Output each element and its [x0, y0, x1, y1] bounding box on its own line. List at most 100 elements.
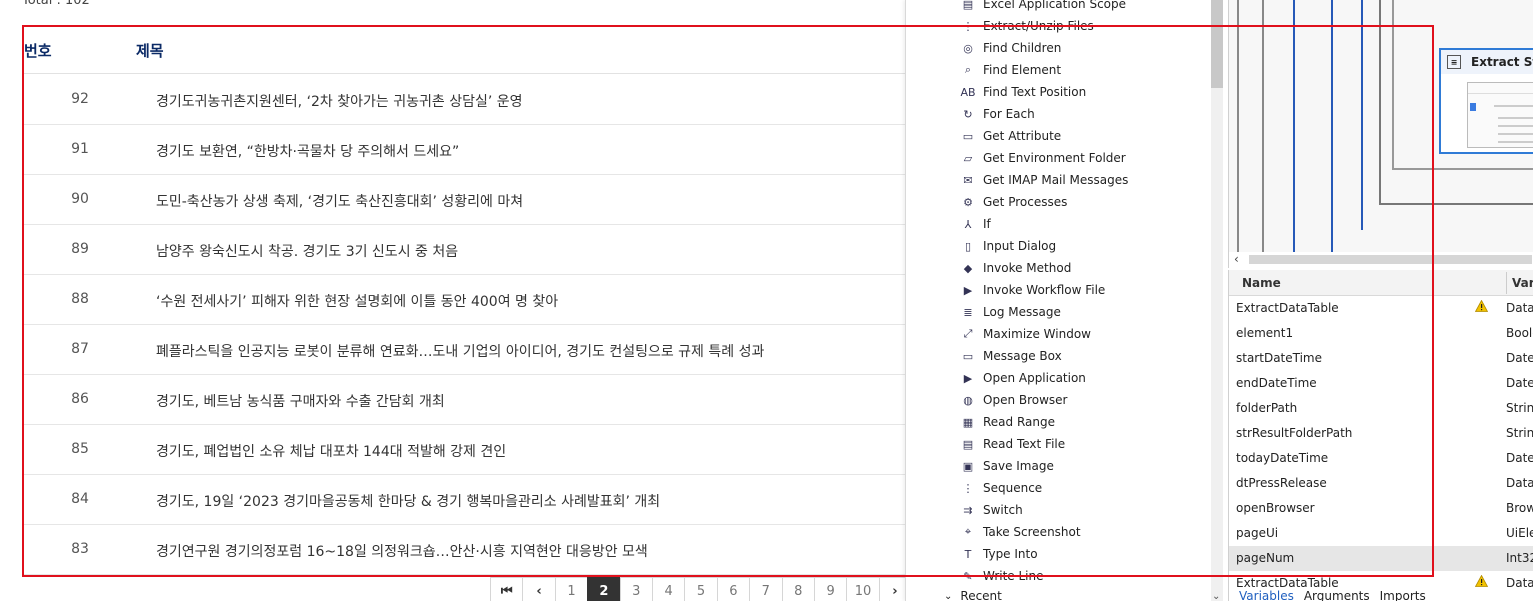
activity-item[interactable]: T Type Into	[959, 543, 1128, 565]
first-page-button[interactable]: ⏮	[490, 577, 523, 601]
activity-item[interactable]: ⌕ Find Element	[959, 59, 1128, 81]
recent-section[interactable]: ⌄ Recent	[944, 589, 1002, 601]
activity-item[interactable]: ⚙ Get Processes	[959, 191, 1128, 213]
variables-rows: ExtractDataTable DataT element1 Boole startD…	[1229, 296, 1533, 596]
activity-label: Get Environment Folder	[983, 151, 1126, 165]
activities-scrollbar-thumb[interactable]	[1211, 0, 1223, 88]
activity-item[interactable]: ◍ Open Browser	[959, 389, 1128, 411]
activity-item[interactable]: ✉ Get IMAP Mail Messages	[959, 169, 1128, 191]
activity-item[interactable]: ⅄ If	[959, 213, 1128, 235]
variable-row[interactable]: dtPressRelease DataT	[1229, 471, 1533, 496]
row-title-link[interactable]: 경기도, 베트남 농식품 구매자와 수출 간담회 개최	[156, 391, 445, 411]
activity-item[interactable]: ▶ Open Application	[959, 367, 1128, 389]
name-column-header[interactable]: Name	[1242, 276, 1281, 290]
variable-row[interactable]: strResultFolderPath String	[1229, 421, 1533, 446]
page-7[interactable]: 7	[749, 577, 782, 601]
activity-label: Take Screenshot	[983, 525, 1081, 539]
activity-item[interactable]: ◎ Find Children	[959, 37, 1128, 59]
activity-item[interactable]: ⋮ Sequence	[959, 477, 1128, 499]
designer-horizontal-scrollbar[interactable]: ‹	[1229, 252, 1533, 268]
variable-row[interactable]: ExtractDataTable DataT	[1229, 296, 1533, 321]
variable-type: DataT	[1506, 476, 1533, 490]
variable-row[interactable]: endDateTime DateT	[1229, 371, 1533, 396]
activity-item[interactable]: ▭ Message Box	[959, 345, 1128, 367]
page-8[interactable]: 8	[781, 577, 814, 601]
activity-item[interactable]: ▭ Get Attribute	[959, 125, 1128, 147]
variable-name: todayDateTime	[1236, 451, 1329, 465]
page-9[interactable]: 9	[813, 577, 847, 601]
screenshot-icon: ⌖	[964, 525, 972, 538]
variable-name: strResultFolderPath	[1236, 426, 1353, 440]
activity-label: For Each	[983, 107, 1035, 121]
variable-row[interactable]: pageUi UiEle	[1229, 521, 1533, 546]
page-10[interactable]: 10	[846, 577, 879, 601]
activity-label: Open Application	[983, 371, 1086, 385]
table-body: 92 경기도귀농귀촌지원센터, ‘2차 찾아가는 귀농귀촌 상담실’ 운영 91 경기…	[22, 75, 905, 575]
activity-item[interactable]: ▱ Get Environment Folder	[959, 147, 1128, 169]
activities-scrollbar-track[interactable]	[1211, 0, 1223, 601]
variable-row[interactable]: folderPath String	[1229, 396, 1533, 421]
tab-imports[interactable]: Imports	[1380, 589, 1426, 601]
extract-structured-data-activity[interactable]: ≡ Extract Str	[1439, 48, 1533, 154]
prev-page-button[interactable]: ‹	[522, 577, 555, 601]
row-number: 90	[71, 191, 89, 207]
page-1[interactable]: 1	[554, 577, 588, 601]
activity-item[interactable]: ▶ Invoke Workflow File	[959, 279, 1128, 301]
activity-item[interactable]: ✎ Write Line	[959, 565, 1128, 587]
scroll-left-icon[interactable]: ‹	[1234, 252, 1239, 266]
column-divider[interactable]	[1506, 272, 1507, 294]
row-title-link[interactable]: 경기연구원 경기의정포럼 16~18일 의정워크숍…안산·시흥 지역현안 대응방…	[156, 541, 648, 561]
variable-row[interactable]: todayDateTime DateT	[1229, 446, 1533, 471]
page-3[interactable]: 3	[619, 577, 652, 601]
scrollbar-thumb[interactable]	[1249, 255, 1532, 264]
write-line-icon: ✎	[963, 569, 973, 583]
variable-row[interactable]: pageNum Int32	[1229, 546, 1533, 571]
table-row: 87 폐플라스틱을 인공지능 로봇이 분류해 연료화…도내 기업의 아이디어, 경…	[22, 325, 905, 375]
type-column-header[interactable]: Vari	[1512, 276, 1533, 290]
row-number: 86	[71, 391, 89, 407]
table-row: 92 경기도귀농귀촌지원센터, ‘2차 찾아가는 귀농귀촌 상담실’ 운영	[22, 75, 905, 125]
variable-name: endDateTime	[1236, 376, 1317, 390]
variables-header: Name Vari	[1229, 270, 1533, 296]
row-title-link[interactable]: 폐플라스틱을 인공지능 로봇이 분류해 연료화…도내 기업의 아이디어, 경기도…	[156, 341, 764, 361]
variable-row[interactable]: element1 Boole	[1229, 321, 1533, 346]
activity-item[interactable]: ▤ Excel Application Scope	[959, 0, 1128, 15]
activity-item[interactable]: ⌖ Take Screenshot	[959, 521, 1128, 543]
tab-arguments[interactable]: Arguments	[1304, 589, 1370, 601]
activity-item[interactable]: ▤ Read Text File	[959, 433, 1128, 455]
row-title-link[interactable]: 경기도, 폐업법인 소유 체납 대포차 144대 적발해 강제 견인	[156, 441, 506, 461]
variable-name: pageNum	[1236, 551, 1295, 565]
activity-item[interactable]: ▯ Input Dialog	[959, 235, 1128, 257]
chevron-down-icon[interactable]: ⌄	[1212, 591, 1220, 601]
variable-row[interactable]: openBrowser Brow	[1229, 496, 1533, 521]
row-title-link[interactable]: 경기도, 19일 ‘2023 경기마을공동체 한마당 & 경기 행복마을관리소 …	[156, 491, 660, 511]
tab-variables[interactable]: Variables	[1239, 589, 1294, 601]
variable-type: UiEle	[1506, 526, 1533, 540]
row-title-link[interactable]: 도민-축산농가 상생 축제, ‘경기도 축산진흥대회’ 성황리에 마쳐	[156, 191, 523, 211]
variable-name: openBrowser	[1236, 501, 1315, 515]
row-title-link[interactable]: ‘수원 전세사기’ 피해자 위한 현장 설명회에 이틀 동안 400여 명 찾아	[156, 291, 558, 311]
activity-item[interactable]: ⋮ Extract/Unzip Files	[959, 15, 1128, 37]
variable-type: Boole	[1506, 326, 1533, 340]
activity-label: Message Box	[983, 349, 1062, 363]
activity-item[interactable]: ⇉ Switch	[959, 499, 1128, 521]
activity-item[interactable]: ≣ Log Message	[959, 301, 1128, 323]
page-4[interactable]: 4	[651, 577, 685, 601]
activity-item[interactable]: ◆ Invoke Method	[959, 257, 1128, 279]
activity-label: Write Line	[983, 569, 1044, 583]
activity-item[interactable]: AB Find Text Position	[959, 81, 1128, 103]
next-page-button[interactable]: ›	[878, 577, 905, 601]
activity-item[interactable]: ▦ Read Range	[959, 411, 1128, 433]
row-title-link[interactable]: 남양주 왕숙신도시 착공. 경기도 3기 신도시 중 처음	[156, 241, 458, 261]
page-2-current[interactable]: 2	[587, 577, 620, 601]
activity-item[interactable]: ↻ For Each	[959, 103, 1128, 125]
row-title-link[interactable]: 경기도귀농귀촌지원센터, ‘2차 찾아가는 귀농귀촌 상담실’ 운영	[156, 91, 523, 111]
text-file-icon: ▤	[962, 437, 974, 451]
log-icon: ≣	[963, 305, 973, 319]
activity-item[interactable]: ⤢ Maximize Window	[959, 323, 1128, 345]
page-5[interactable]: 5	[684, 577, 717, 601]
page-6[interactable]: 6	[716, 577, 750, 601]
row-title-link[interactable]: 경기도 보환연, “한방차·곡물차 당 주의해서 드세요”	[156, 141, 459, 161]
activity-item[interactable]: ▣ Save Image	[959, 455, 1128, 477]
variable-row[interactable]: startDateTime DateT	[1229, 346, 1533, 371]
